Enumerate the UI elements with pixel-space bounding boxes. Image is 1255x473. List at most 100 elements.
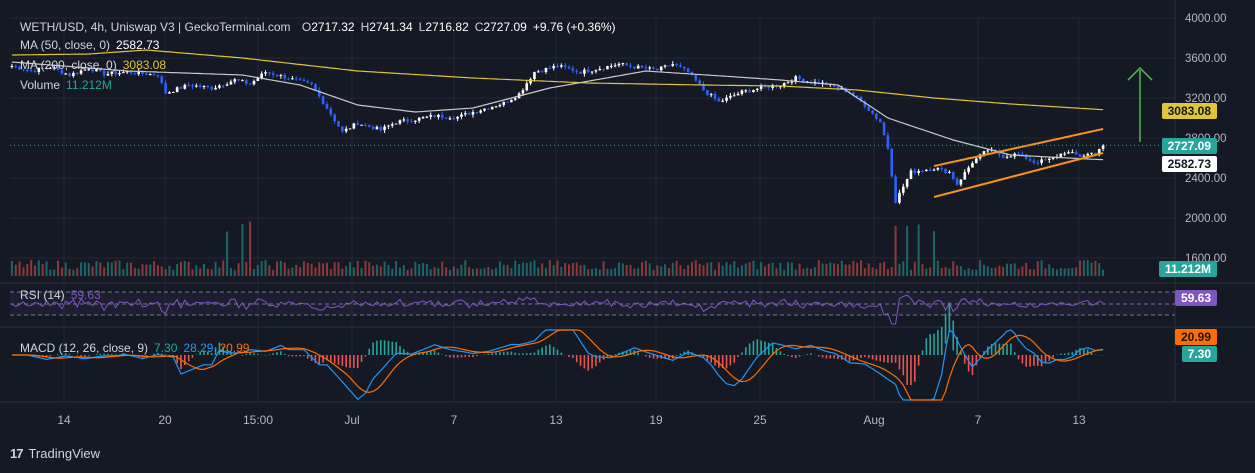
volume-bar: [33, 265, 36, 276]
rsi-legend[interactable]: RSI (14) 59.63: [20, 287, 101, 304]
volume-bar: [644, 260, 647, 276]
volume-bar: [575, 262, 578, 276]
volume-bar: [840, 260, 843, 276]
volume-bar: [929, 267, 932, 276]
macd-histogram-bar: [495, 352, 497, 355]
volume-bar: [395, 261, 398, 276]
candle-body: [748, 90, 751, 93]
volume-bar: [260, 261, 263, 276]
volume-bar: [598, 269, 601, 276]
volume-bar: [99, 262, 102, 276]
volume-bar: [26, 264, 29, 276]
candle-body: [986, 150, 990, 152]
candle-body: [652, 67, 655, 69]
volume-bar: [994, 267, 997, 276]
volume-bar: [521, 262, 524, 276]
macd-histogram-bar: [299, 355, 301, 357]
volume-bar: [80, 262, 83, 276]
volume-bar: [890, 266, 893, 276]
volume-bar: [206, 268, 209, 276]
candle-body: [248, 83, 252, 85]
volume-bar: [352, 267, 355, 276]
volume-bar: [998, 265, 1001, 276]
candle-body: [598, 68, 602, 71]
volume-bar: [510, 267, 513, 276]
macd-histogram-bar: [752, 340, 755, 355]
candle-body: [963, 172, 967, 180]
volume-bar: [1098, 263, 1101, 276]
volume-bar: [552, 265, 555, 276]
tradingview-logo[interactable]: 17 TradingView: [10, 446, 100, 461]
volume-bar: [160, 266, 163, 276]
symbol-legend[interactable]: WETH/USD, 4h, Uniswap V3 | GeckoTerminal…: [20, 19, 616, 36]
volume-bar: [898, 263, 901, 276]
macd-legend[interactable]: MACD (12, 26, close, 9) 7.30 28.29 20.99: [20, 340, 249, 357]
candle-body: [344, 128, 348, 132]
macd-histogram-bar: [860, 355, 862, 358]
macd-histogram-bar: [556, 349, 559, 355]
candle-body: [183, 84, 187, 89]
volume-bar: [959, 266, 962, 276]
candle-body: [1036, 162, 1040, 164]
candle-body: [1044, 159, 1047, 161]
candle-body: [940, 168, 944, 170]
macd-histogram-bar: [575, 355, 578, 363]
volume-bar: [836, 264, 839, 276]
volume-bar: [122, 269, 125, 276]
time-tick-label: 7: [451, 413, 458, 427]
candle-body: [944, 168, 947, 173]
volume-bar: [276, 261, 279, 276]
volume-bar: [537, 267, 540, 276]
candle-body: [14, 66, 18, 68]
volume-bar: [1067, 268, 1070, 276]
time-tick-label: 13: [1072, 413, 1086, 427]
macd-histogram-bar: [637, 352, 639, 355]
candle-body: [494, 106, 498, 108]
candle-body: [656, 68, 659, 71]
candle-body: [367, 124, 371, 127]
price-tick-label: 2000.00: [1185, 213, 1227, 225]
volume-bar: [694, 260, 697, 276]
macd-histogram-bar: [468, 355, 470, 358]
volume-bar: [210, 269, 213, 276]
volume-bar: [279, 260, 282, 276]
volume-bar: [733, 261, 736, 276]
volume-bar: [106, 261, 109, 276]
volume-bar: [975, 269, 978, 276]
chart-canvas[interactable]: 4000.003600.003200.002800.002400.002000.…: [0, 0, 1255, 473]
histogram-value: 20.99: [219, 341, 250, 355]
macd-histogram-bar: [341, 355, 344, 366]
candle-body: [375, 126, 379, 130]
macd-histogram-bar: [387, 340, 390, 355]
volume-bar: [1006, 263, 1009, 276]
volume-bar: [229, 267, 232, 276]
rsi-value: 59.63: [70, 288, 101, 302]
volume-legend[interactable]: Volume 11.212M: [20, 77, 112, 94]
candle-body: [291, 78, 294, 80]
volume-bar: [844, 264, 847, 276]
candle-body: [909, 170, 913, 180]
candle-body: [567, 67, 571, 69]
volume-bar: [825, 263, 828, 276]
macd-histogram-bar: [933, 333, 935, 355]
ma200-legend[interactable]: MA (200, close, 0) 3083.08: [20, 57, 166, 74]
macd-histogram-bar: [652, 355, 655, 359]
volume-bar: [222, 260, 225, 276]
macd-histogram-bar: [502, 351, 505, 355]
volume-bar: [445, 267, 448, 276]
ma50-legend[interactable]: MA (50, close, 0) 2582.73: [20, 37, 159, 54]
volume-bar: [252, 268, 255, 276]
volume-bar: [879, 263, 882, 276]
candle-body: [721, 100, 725, 102]
volume-bar: [306, 262, 309, 276]
volume-bar: [1025, 262, 1028, 276]
candle-body: [1074, 152, 1078, 155]
volume-bar: [982, 264, 985, 276]
volume-bar: [414, 261, 417, 276]
candle-body: [540, 71, 544, 73]
candle-body: [948, 171, 951, 173]
volume-bar: [1075, 267, 1078, 276]
volume-bar: [145, 264, 148, 276]
candle-body: [444, 117, 448, 119]
volume-bar: [714, 269, 717, 276]
